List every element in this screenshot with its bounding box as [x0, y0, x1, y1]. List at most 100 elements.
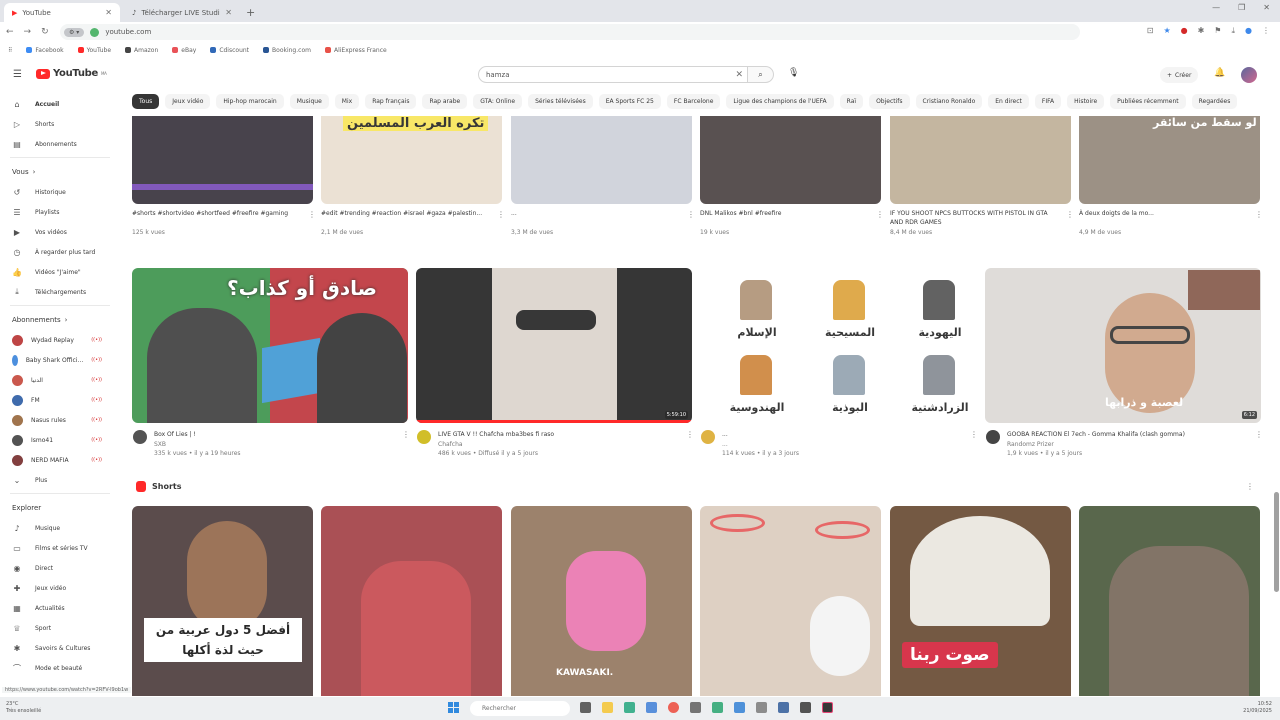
- bookmark-facebook[interactable]: Facebook: [26, 47, 64, 54]
- sidebar-item[interactable]: ⤓ Téléchargements: [0, 282, 120, 302]
- chip-12[interactable]: Raï: [839, 94, 864, 109]
- apps-icon[interactable]: ⠿: [8, 47, 12, 54]
- bookmark-ebay[interactable]: eBay: [172, 47, 196, 54]
- chip-8[interactable]: Séries télévisées: [528, 94, 593, 109]
- clear-search-icon[interactable]: ✕: [735, 70, 743, 80]
- sidebar-more[interactable]: ⌄ Plus: [0, 470, 120, 490]
- video-thumbnail[interactable]: تكره العرب المسلمين: [321, 116, 502, 204]
- account-avatar[interactable]: [1241, 67, 1257, 83]
- video-title[interactable]: Box Of Lies | !: [154, 430, 404, 439]
- chip-16[interactable]: FIFA: [1034, 94, 1062, 109]
- app-icon[interactable]: [778, 702, 789, 713]
- bookmark-booking[interactable]: Booking.com: [263, 47, 311, 54]
- edge-icon[interactable]: [624, 702, 635, 713]
- video-thumbnail[interactable]: [511, 116, 692, 204]
- system-clock[interactable]: 10:52 21/09/2025: [1243, 701, 1272, 715]
- short-thumbnail[interactable]: KAWASAKI.: [511, 506, 692, 696]
- new-tab-icon[interactable]: +: [246, 3, 255, 22]
- video-more-icon[interactable]: ⋮: [1066, 210, 1074, 219]
- video-thumbnail[interactable]: صادق أو كذاب؟: [132, 268, 408, 423]
- site-info-icon[interactable]: ⚙ ▾: [64, 27, 85, 37]
- video-title[interactable]: ...: [511, 209, 681, 227]
- sidebar-item[interactable]: ✚ Jeux vidéo: [0, 578, 120, 598]
- video-title[interactable]: GOOBA REACTION El 7ech - Gomma Khalifa (…: [1007, 430, 1257, 439]
- video-title[interactable]: #edit #trending #reaction #israel #gaza …: [321, 209, 491, 227]
- channel-avatar[interactable]: [701, 430, 715, 444]
- video-thumbnail[interactable]: [132, 116, 313, 204]
- channel-avatar[interactable]: [133, 430, 147, 444]
- video-more-icon[interactable]: ⋮: [1255, 430, 1263, 439]
- channel-name[interactable]: Chafcha: [438, 440, 688, 449]
- profile-icon[interactable]: ●: [1245, 26, 1252, 36]
- sidebar-item[interactable]: ▭ Films et séries TV: [0, 538, 120, 558]
- bookmark-amazon[interactable]: Amazon: [125, 47, 158, 54]
- sidebar-item[interactable]: 👍 Vidéos "J'aime": [0, 262, 120, 282]
- short-thumbnail[interactable]: [1079, 506, 1260, 696]
- microphone-icon[interactable]: 🎙: [788, 68, 799, 78]
- forward-icon[interactable]: →: [24, 27, 32, 37]
- install-icon[interactable]: ⊡: [1147, 26, 1154, 36]
- weather-widget[interactable]: 23°C Très ensoleillé: [6, 701, 41, 715]
- video-title[interactable]: #shorts #shortvideo #shortfeed #freefire…: [132, 209, 302, 227]
- channel-name[interactable]: Randomz Prizer: [1007, 440, 1257, 449]
- bookmark-youtube[interactable]: YouTube: [77, 47, 111, 54]
- sidebar-item[interactable]: ↺ Historique: [0, 182, 120, 202]
- video-more-icon[interactable]: ⋮: [687, 210, 695, 219]
- video-title[interactable]: DNL Malikos #bnl #freefire: [700, 209, 870, 227]
- search-button[interactable]: ⌕: [748, 66, 774, 83]
- video-title[interactable]: IF YOU SHOOT NPCS BUTTOCKS WITH PISTOL I…: [890, 209, 1060, 227]
- windows-start-icon[interactable]: [448, 702, 459, 713]
- sidebar-item[interactable]: ▤ Abonnements: [0, 134, 120, 154]
- sidebar-subscription[interactable]: NERD MAFIA ((•)): [0, 450, 120, 470]
- channel-avatar[interactable]: [986, 430, 1000, 444]
- app-icon[interactable]: [712, 702, 723, 713]
- channel-name[interactable]: SXB: [154, 440, 404, 449]
- video-title[interactable]: À deux doigts de la mo...: [1079, 209, 1249, 227]
- chip-4[interactable]: Mix: [334, 94, 360, 109]
- close-tab-icon[interactable]: ✕: [225, 8, 232, 17]
- page-scrollbar[interactable]: [1274, 492, 1279, 592]
- short-thumbnail[interactable]: [700, 506, 881, 696]
- channel-name[interactable]: ...: [722, 440, 972, 449]
- chip-13[interactable]: Objectifs: [869, 94, 910, 109]
- chrome-icon[interactable]: [668, 702, 679, 713]
- youtube-logo[interactable]: YouTube MA: [36, 68, 107, 79]
- sidebar-item[interactable]: ▷ Shorts: [0, 114, 120, 134]
- settings-icon[interactable]: [756, 702, 767, 713]
- browser-tab-youtube[interactable]: ▶ YouTube ✕: [4, 3, 120, 22]
- chip-14[interactable]: Cristiano Ronaldo: [915, 94, 983, 109]
- video-more-icon[interactable]: ⋮: [876, 210, 884, 219]
- chip-6[interactable]: Rap arabe: [422, 94, 468, 109]
- chip-15[interactable]: En direct: [988, 94, 1029, 109]
- sidebar-item[interactable]: ♕ Sport: [0, 618, 120, 638]
- app-icon[interactable]: [734, 702, 745, 713]
- channel-avatar[interactable]: [417, 430, 431, 444]
- search-input[interactable]: hamza ✕: [478, 66, 748, 83]
- video-more-icon[interactable]: ⋮: [970, 430, 978, 439]
- sidebar-subs-header[interactable]: Abonnements ›: [0, 310, 120, 330]
- bookmark-star-icon[interactable]: ★: [1163, 26, 1170, 36]
- download-icon[interactable]: ⤓: [1231, 26, 1235, 36]
- chip-7[interactable]: GTA: Online: [473, 94, 523, 109]
- menu-dots-icon[interactable]: ⋮: [1262, 26, 1270, 36]
- video-more-icon[interactable]: ⋮: [308, 210, 316, 219]
- chip-11[interactable]: Ligue des champions de l'UEFA: [726, 94, 834, 109]
- file-explorer-icon[interactable]: [602, 702, 613, 713]
- browser-tab-tiktok[interactable]: ♪ Télécharger LIVE Studio | TikTok ✕: [124, 3, 240, 22]
- sidebar-subscription[interactable]: Ismo41 ((•)): [0, 430, 120, 450]
- video-title[interactable]: ...: [722, 430, 972, 439]
- chip-5[interactable]: Rap français: [365, 94, 417, 109]
- sidebar-item[interactable]: ▦ Actualités: [0, 598, 120, 618]
- bookmark-aliexpress[interactable]: AliExpress France: [324, 47, 387, 54]
- short-thumbnail[interactable]: [321, 506, 502, 696]
- short-thumbnail[interactable]: صوت ربنا: [890, 506, 1071, 696]
- sidebar-item[interactable]: ◉ Direct: [0, 558, 120, 578]
- app-icon[interactable]: [646, 702, 657, 713]
- video-thumbnail[interactable]: [700, 116, 881, 204]
- create-button[interactable]: + Créer: [1160, 67, 1199, 83]
- sidebar-item[interactable]: ▶ Vos vidéos: [0, 222, 120, 242]
- notifications-icon[interactable]: 🔔: [1214, 68, 1225, 78]
- chip-17[interactable]: Histoire: [1067, 94, 1105, 109]
- chip-1[interactable]: Jeux vidéo: [165, 94, 211, 109]
- omnibox[interactable]: ⚙ ▾ youtube.com: [60, 24, 1080, 40]
